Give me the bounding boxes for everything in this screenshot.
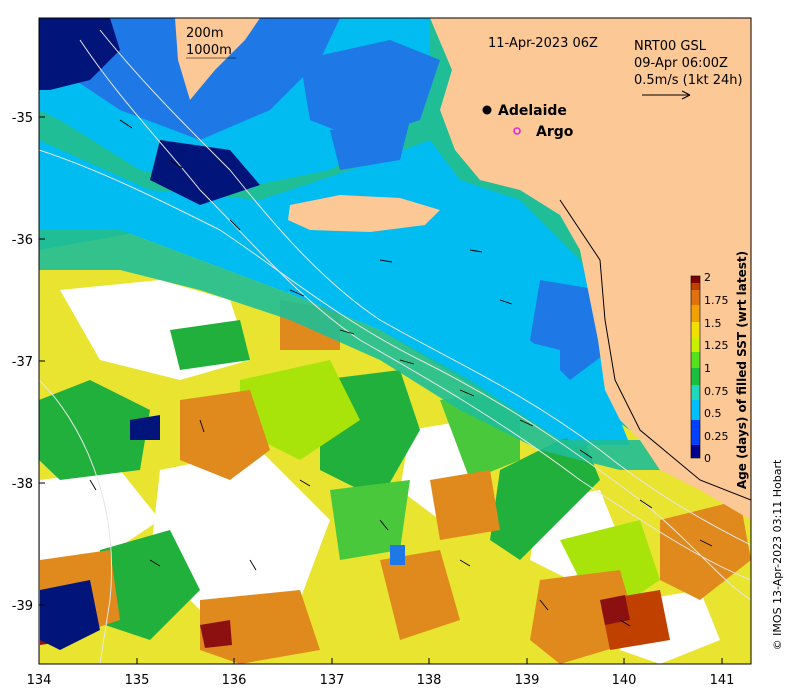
x-tick-label: 134 [27,673,52,688]
y-tick-label: -35 [12,111,33,126]
colorbar-tick-label: 0.75 [704,385,729,398]
adelaide-marker [482,105,492,115]
current-scale-label: 0.5m/s (1kt 24h) [634,73,743,88]
sst-age-map: 134 135 136 137 138 139 140 141 -35 -36 … [12,17,784,688]
x-tick-label: 136 [222,673,247,688]
colorbar-tick-label: 1 [704,362,711,375]
place-label-argo: Argo [536,124,574,140]
x-tick-label: 135 [125,673,150,688]
current-source-label: NRT00 GSL [634,39,707,54]
x-tick-label: 137 [320,673,345,688]
colorbar-tick-label: 1.5 [704,317,722,330]
contour-label-200m: 200m [186,26,223,41]
colorbar-title: Age (days) of filled SST (wrt latest) [735,251,749,489]
y-tick-label: -37 [12,355,33,370]
x-tick-label: 141 [710,673,735,688]
colorbar-tick-label: 0.25 [704,430,729,443]
colorbar [690,275,701,459]
colorbar-tick-label: 0.5 [704,407,722,420]
map-timestamp: 11-Apr-2023 06Z [488,36,598,51]
current-time-label: 09-Apr 06:00Z [634,56,728,71]
x-tick-label: 139 [515,673,540,688]
x-tick-label: 140 [612,673,637,688]
contour-label-1000m: 1000m [186,43,232,58]
colorbar-tick-label: 2 [704,271,711,284]
y-tick-label: -39 [12,599,33,614]
colorbar-tick-label: 1.75 [704,294,729,307]
x-tick-label: 138 [417,673,442,688]
colorbar-tick-label: 1.25 [704,339,729,352]
y-tick-label: -36 [12,233,33,248]
map-plot-area [39,18,751,664]
colorbar-tick-label: 0 [704,452,711,465]
y-tick-label: -38 [12,477,33,492]
imos-credit: © IMOS 13-Apr-2023 03:11 Hobart [771,459,784,650]
place-label-adelaide: Adelaide [498,103,567,119]
